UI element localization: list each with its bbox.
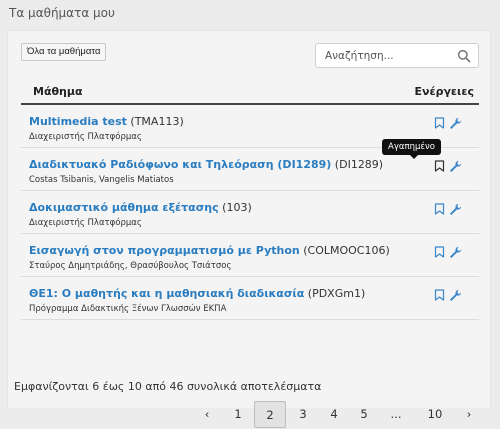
course-link[interactable]: Διαδικτυακό Ραδιόφωνο και Τηλεόραση (DI1…	[29, 158, 331, 171]
course-code: (DI1289)	[331, 158, 384, 171]
pagination-prev[interactable]: ‹	[195, 401, 219, 428]
bookmark-icon[interactable]	[434, 289, 445, 301]
table-row: Εισαγωγή στον προγραμματισμό με Python (…	[21, 234, 479, 277]
bookmark-icon[interactable]	[434, 160, 445, 172]
search-icon[interactable]	[457, 49, 471, 63]
table-row: ΘΕ1: Ο μαθητής και η μαθησιακή διαδικασί…	[21, 277, 479, 320]
course-code: (TMA113)	[126, 115, 184, 128]
course-link[interactable]: Δοκιμαστικό μάθημα εξέτασης	[29, 201, 219, 214]
row-actions	[434, 289, 464, 303]
table-header: Μάθημα Ενέργειες	[21, 82, 479, 105]
wrench-icon[interactable]	[449, 246, 462, 259]
wrench-icon[interactable]	[449, 160, 462, 173]
pagination-page[interactable]: 1	[225, 401, 251, 428]
pagination-next[interactable]: ›	[457, 401, 481, 428]
column-header-course: Μάθημα	[33, 85, 83, 98]
pagination-page[interactable]: 10	[420, 401, 450, 428]
course-link[interactable]: Εισαγωγή στον προγραμματισμό με Python	[29, 244, 300, 257]
wrench-icon[interactable]	[449, 289, 462, 302]
row-actions	[434, 160, 464, 174]
pagination-page[interactable]: 4	[321, 401, 347, 428]
all-courses-button[interactable]: Όλα τα μαθήματα	[21, 43, 107, 61]
courses-panel: Όλα τα μαθήματα Μάθημα Ενέργειες Multime…	[7, 30, 491, 428]
row-actions	[434, 246, 464, 260]
pagination-ellipsis: ...	[390, 407, 402, 421]
row-actions	[434, 203, 464, 217]
course-instructors: Σταύρος Δημητριάδης, Θρασύβουλος Τσιάτσο…	[29, 261, 232, 271]
course-code: (103)	[218, 201, 252, 214]
bookmark-icon[interactable]	[434, 117, 445, 129]
wrench-icon[interactable]	[449, 117, 462, 130]
course-link[interactable]: ΘΕ1: Ο μαθητής και η μαθησιακή διαδικασί…	[29, 287, 304, 300]
favorite-tooltip: Αγαπημένο	[382, 139, 441, 159]
bookmark-icon[interactable]	[434, 246, 445, 258]
search-input[interactable]	[316, 44, 446, 67]
bookmark-icon[interactable]	[434, 203, 445, 215]
course-code: (PDXGm1)	[304, 287, 366, 300]
course-instructors: Διαχειριστής Πλατφόρμας	[29, 218, 142, 228]
column-header-actions: Ενέργειες	[414, 85, 474, 98]
pagination-page-current[interactable]: 2	[254, 401, 286, 428]
results-summary: Εμφανίζονται 6 έως 10 από 46 συνολικά απ…	[14, 380, 322, 393]
row-actions	[434, 117, 464, 131]
course-code: (COLMOOC106)	[299, 244, 390, 257]
pagination-page[interactable]: 5	[351, 401, 377, 428]
course-instructors: Πρόγραμμα Διδακτικής Ξένων Γλωσσών ΕΚΠΑ	[29, 304, 227, 314]
page-title: Τα μαθήματα μου	[9, 6, 115, 20]
table-row: Δοκιμαστικό μάθημα εξέτασης (103) Διαχει…	[21, 191, 479, 234]
search-box	[315, 43, 479, 68]
course-link[interactable]: Multimedia test	[29, 115, 127, 128]
pagination-page[interactable]: 3	[290, 401, 316, 428]
course-instructors: Διαχειριστής Πλατφόρμας	[29, 132, 142, 142]
wrench-icon[interactable]	[449, 203, 462, 216]
course-instructors: Costas Tsibanis, Vangelis Matiatos	[29, 175, 174, 185]
course-list: Multimedia test (TMA113) Διαχειριστής Πλ…	[21, 105, 479, 320]
